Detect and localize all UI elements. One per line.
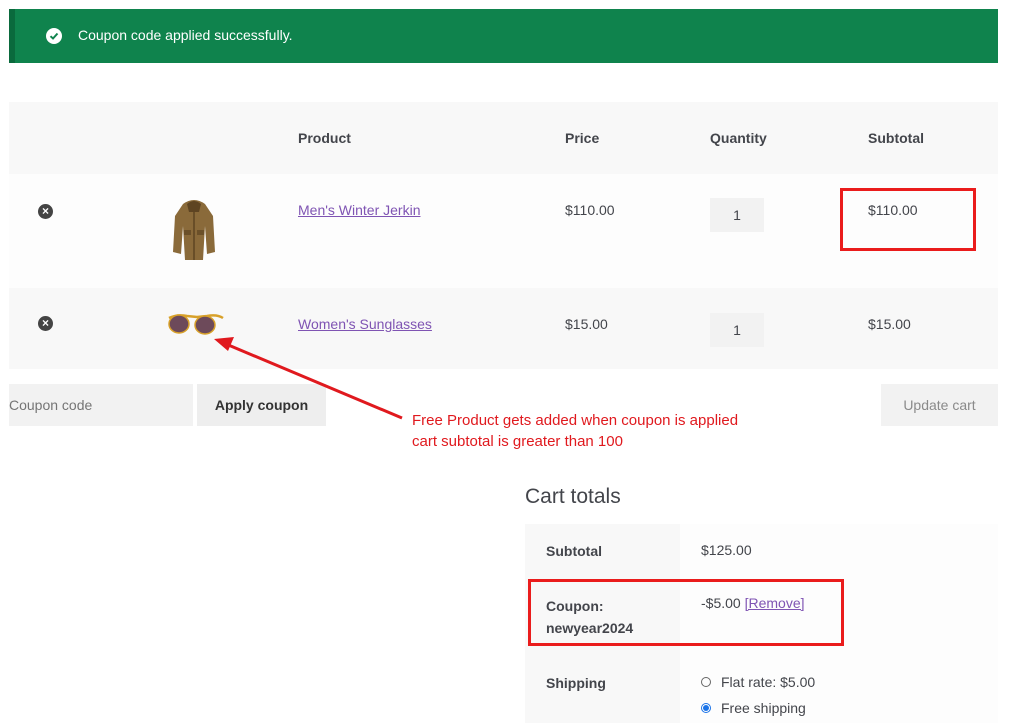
shipping-option-flat-rate[interactable]: Flat rate: $5.00 [701,674,815,690]
annotation-text: Free Product gets added when coupon is a… [412,410,738,452]
annotation-line-1: Free Product gets added when coupon is a… [412,412,739,429]
radio-unchecked-icon[interactable] [701,677,711,688]
shipping-label: Shipping [546,675,606,691]
cart-totals-title: Cart totals [525,485,621,508]
subtotal-value: $125.00 [701,542,752,558]
annotation-line-2: cart subtotal is greater than 100 [412,433,623,450]
subtotal-label: Subtotal [546,543,602,559]
shipping-option-free[interactable]: Free shipping [701,700,806,716]
radio-checked-icon[interactable] [701,703,711,714]
totals-row-shipping: Shipping Flat rate: $5.00 Free shipping [525,655,998,723]
annotation-highlight-coupon [528,579,844,646]
totals-row-subtotal: Subtotal $125.00 [525,524,998,579]
